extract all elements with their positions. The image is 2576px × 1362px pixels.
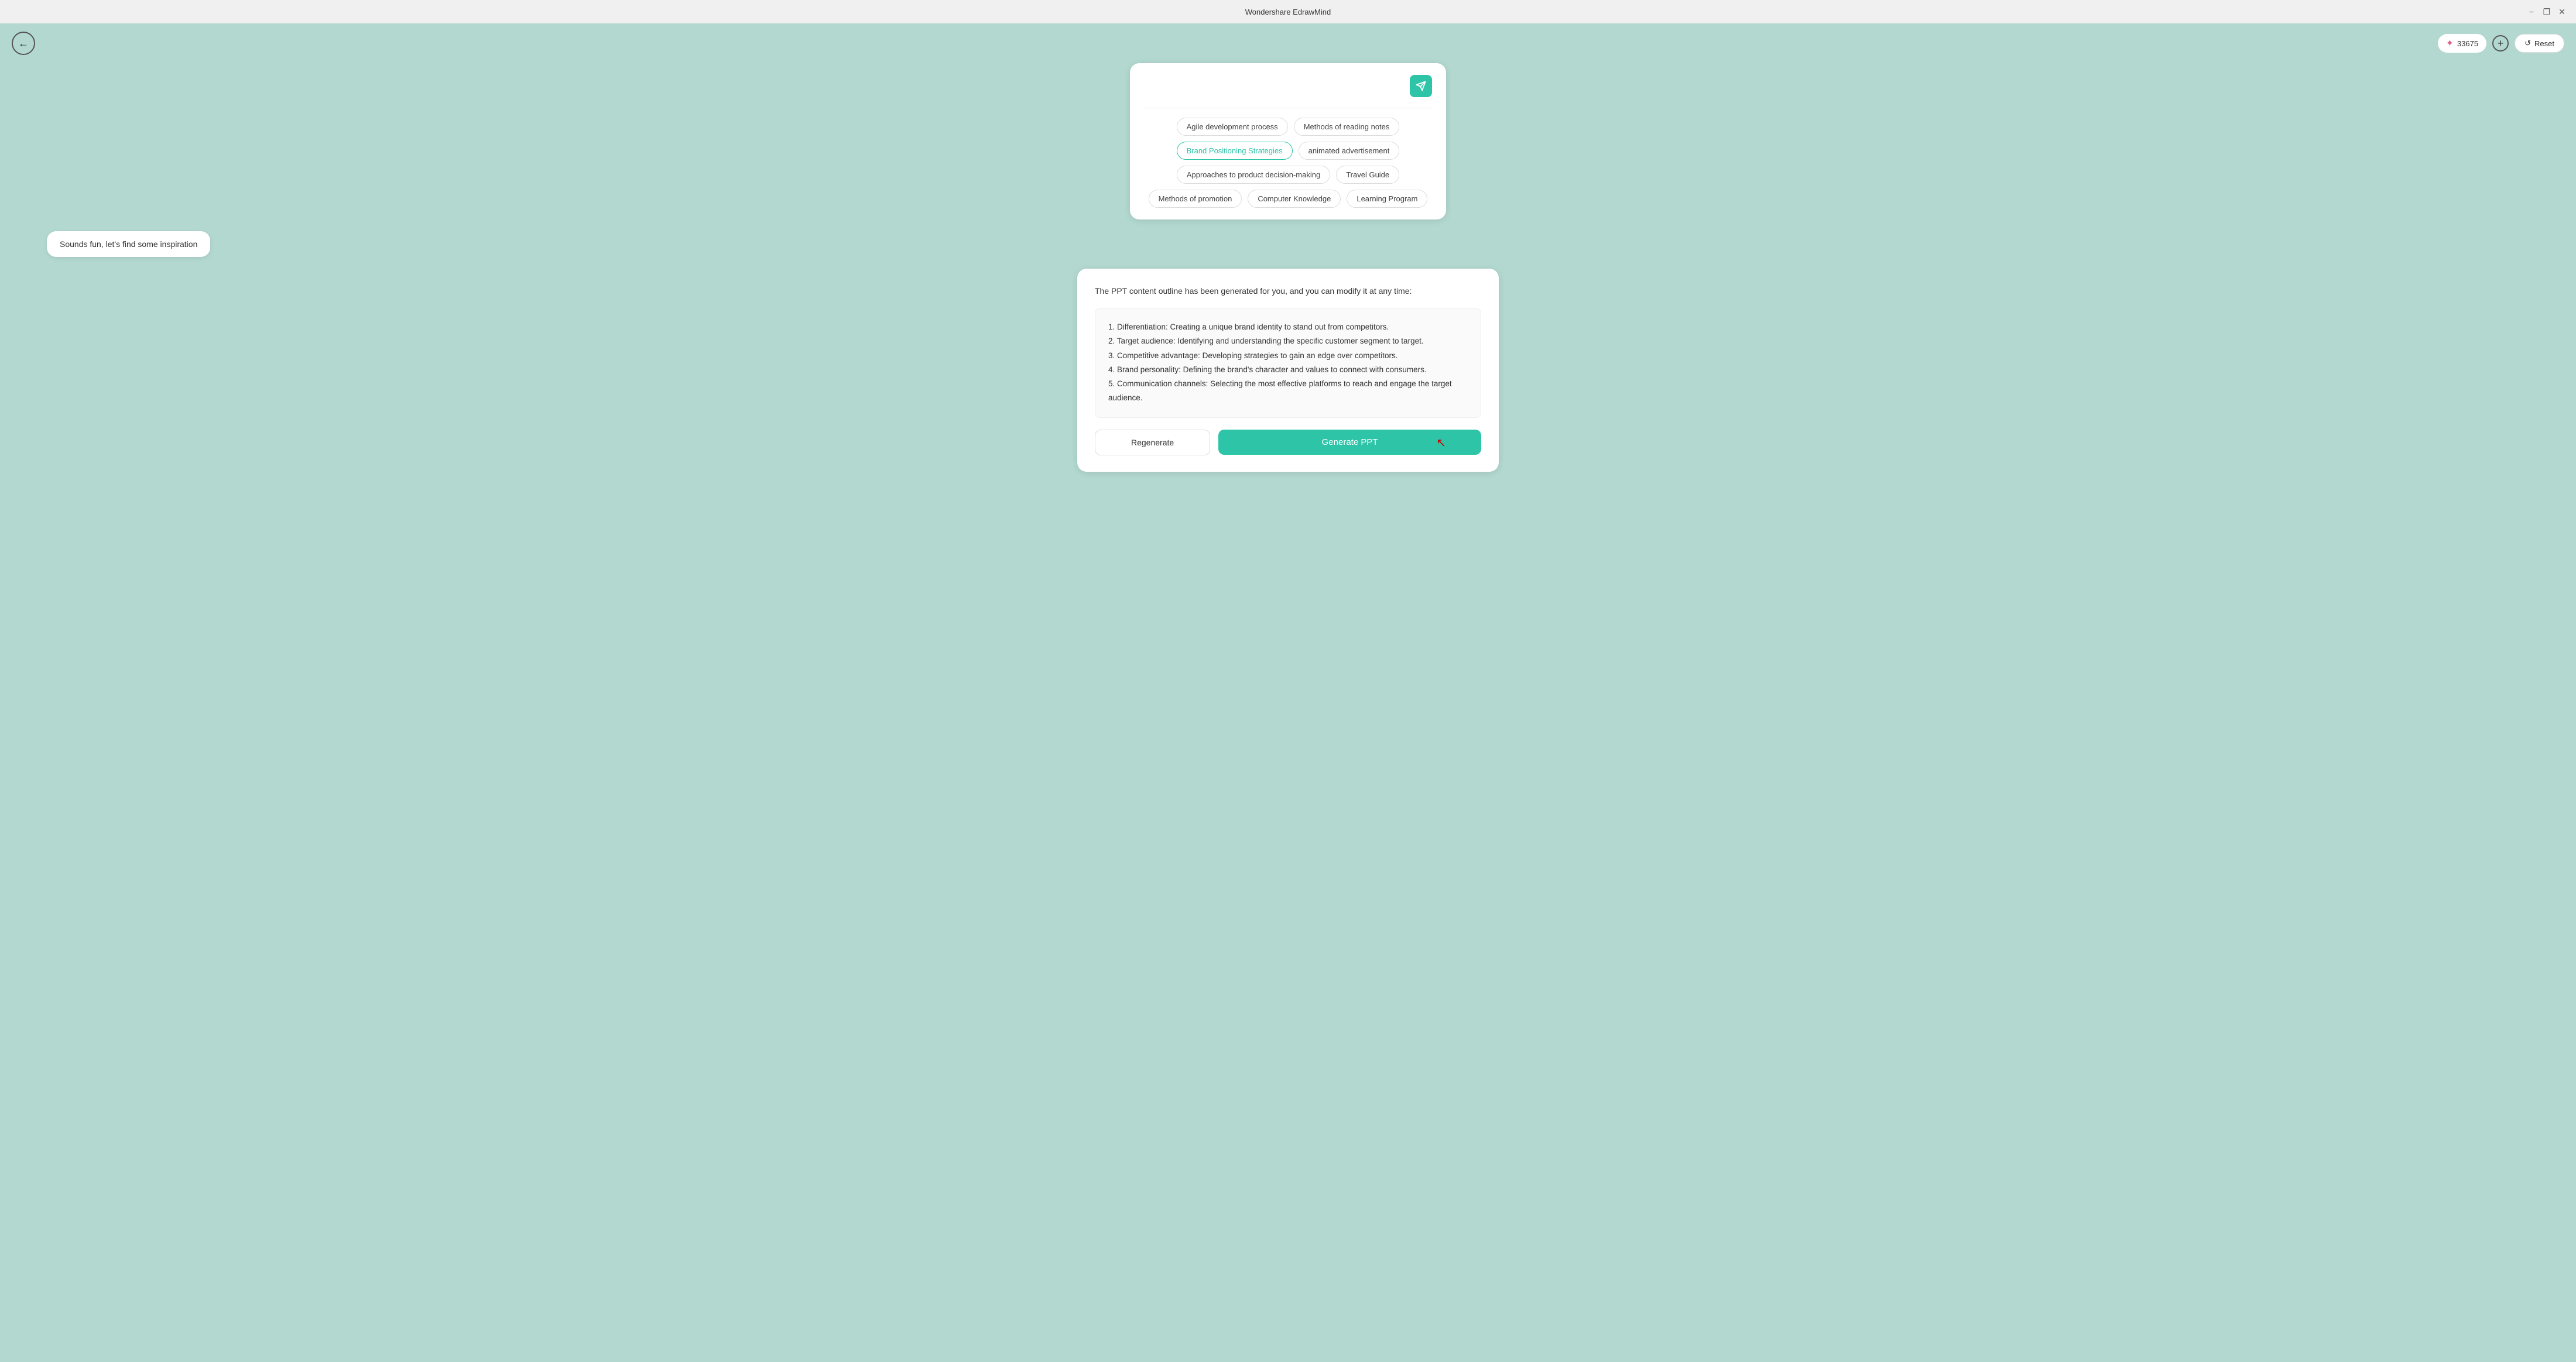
outline-item: 5. Communication channels: Selecting the…: [1108, 377, 1468, 406]
outline-item: 3. Competitive advantage: Developing str…: [1108, 349, 1468, 363]
send-button[interactable]: [1410, 75, 1432, 97]
reset-icon: ↺: [2524, 39, 2531, 48]
generated-card: The PPT content outline has been generat…: [1077, 269, 1499, 472]
tag-item[interactable]: Agile development process: [1177, 118, 1288, 136]
tag-item[interactable]: animated advertisement: [1299, 142, 1400, 160]
add-credits-button[interactable]: +: [2492, 35, 2509, 52]
title-bar: Wondershare EdrawMind − ❐ ✕: [0, 0, 2576, 23]
credits-icon: ✦: [2446, 37, 2454, 49]
tag-item[interactable]: Approaches to product decision-making: [1177, 166, 1330, 184]
topic-input[interactable]: [1144, 81, 1404, 91]
app-title: Wondershare EdrawMind: [1245, 8, 1331, 16]
inspiration-text: Sounds fun, let's find some inspiration: [60, 239, 197, 249]
main-content: ← ✦ 33675 + ↺ Reset: [0, 23, 2576, 1362]
back-button[interactable]: ←: [12, 32, 35, 55]
reset-button[interactable]: ↺ Reset: [2515, 34, 2564, 53]
outline-item: 1. Differentiation: Creating a unique br…: [1108, 320, 1468, 334]
minimize-button[interactable]: −: [2527, 7, 2536, 16]
close-button[interactable]: ✕: [2557, 7, 2567, 16]
reset-label: Reset: [2534, 39, 2554, 48]
tag-item[interactable]: Methods of promotion: [1149, 190, 1242, 208]
outline-box: 1. Differentiation: Creating a unique br…: [1095, 308, 1481, 418]
send-icon: [1416, 81, 1426, 91]
window-controls: − ❐ ✕: [2527, 7, 2567, 16]
credits-badge: ✦ 33675: [2438, 34, 2487, 53]
top-bar: ← ✦ 33675 + ↺ Reset: [0, 23, 2576, 63]
suggestion-card: Agile development process Methods of read…: [1130, 63, 1446, 219]
tag-item[interactable]: Computer Knowledge: [1248, 190, 1341, 208]
input-row: [1144, 75, 1432, 97]
generate-ppt-button[interactable]: Generate PPT ↖: [1218, 430, 1481, 455]
top-right-controls: ✦ 33675 + ↺ Reset: [2438, 34, 2564, 53]
tag-item[interactable]: Brand Positioning Strategies: [1177, 142, 1293, 160]
tag-item[interactable]: Travel Guide: [1336, 166, 1399, 184]
generated-title: The PPT content outline has been generat…: [1095, 285, 1481, 297]
maximize-button[interactable]: ❐: [2542, 7, 2551, 16]
outline-item: 2. Target audience: Identifying and unde…: [1108, 334, 1468, 348]
generate-ppt-label: Generate PPT: [1322, 437, 1378, 447]
center-area: Agile development process Methods of read…: [0, 63, 2576, 495]
inspiration-bubble: Sounds fun, let's find some inspiration: [47, 231, 210, 257]
outline-item: 4. Brand personality: Defining the brand…: [1108, 363, 1468, 377]
regenerate-button[interactable]: Regenerate: [1095, 430, 1210, 455]
tag-item[interactable]: Methods of reading notes: [1294, 118, 1400, 136]
action-row: Regenerate Generate PPT ↖: [1095, 430, 1481, 455]
tag-item[interactable]: Learning Program: [1347, 190, 1427, 208]
credits-count: 33675: [2457, 39, 2478, 48]
cursor-icon: ↖: [1436, 435, 1446, 450]
tags-grid: Agile development process Methods of read…: [1144, 118, 1432, 208]
